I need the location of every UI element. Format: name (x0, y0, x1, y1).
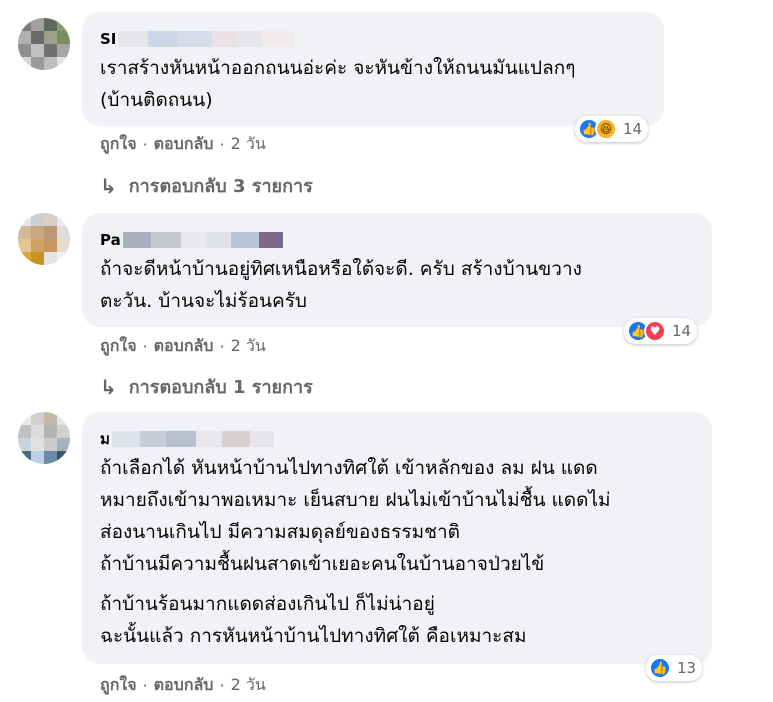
reaction-summary[interactable]: 👍 ♥ 14 (624, 318, 698, 344)
blurred-name (180, 232, 207, 248)
separator: · (219, 337, 225, 356)
like-icon: 👍 (649, 657, 671, 679)
blurred-name (118, 31, 149, 47)
comment-bubble: ม ถ้าเลือกได้ หันหน้าบ้านไปทางทิศใต้ เข้… (82, 412, 712, 664)
reply-arrow-icon: ↳ (100, 374, 117, 399)
comment-text: ถ้าบ้านร้อนมากแดดส่องเกินไป ก็ไม่น่าอยู่… (100, 588, 694, 652)
blurred-name (262, 31, 295, 47)
comment-line: ถ้าจะดีหน้าบ้านอยู่ทิศเหนือหรือใต้จะดี. … (100, 258, 582, 280)
blurred-name (236, 31, 263, 47)
like-button[interactable]: ถูกใจ (100, 673, 137, 698)
separator: · (219, 135, 225, 154)
view-replies-button[interactable]: ↳ การตอบกลับ 1 รายการ (100, 372, 313, 401)
comment-bubble: SI เราสร้างหันหน้าออกถนนอ่ะค่ะ จะหันข้าง… (82, 12, 664, 126)
comment-line: ตะวัน. บ้านจะไม่ร้อนครับ (100, 290, 307, 312)
blurred-name (165, 431, 196, 447)
blurred-name (212, 31, 237, 47)
separator: · (142, 135, 148, 154)
replies-label: การตอบกลับ 1 รายการ (128, 377, 313, 398)
avatar[interactable] (18, 412, 70, 464)
comment-bubble: Pa ถ้าจะดีหน้าบ้านอยู่ทิศเหนือหรือใต้จะด… (82, 213, 712, 327)
comment-line: เราสร้างหันหน้าออกถนนอ่ะค่ะ จะหันข้างให้… (100, 57, 576, 79)
replies-label: การตอบกลับ 3 รายการ (128, 176, 313, 197)
blurred-name (139, 431, 166, 447)
comment-author[interactable]: SI (100, 28, 646, 50)
reaction-summary[interactable]: 👍 13 (646, 655, 703, 681)
comment-line: ถ้าบ้านมีความชื้นฝนสาดเข้าเยอะคนในบ้านอา… (100, 553, 545, 575)
comment-actions: ถูกใจ · ตอบกลับ · 2 วัน (100, 334, 266, 359)
author-name[interactable]: SI (100, 30, 116, 48)
comment-author[interactable]: ม (100, 428, 694, 450)
comment-author[interactable]: Pa (100, 229, 694, 251)
blurred-name (178, 31, 213, 47)
reaction-count: 13 (677, 659, 697, 677)
blurred-name (148, 31, 179, 47)
comment-line: ถ้าบ้านร้อนมากแดดส่องเกินไป ก็ไม่น่าอยู่ (100, 593, 435, 615)
comment-line: (บ้านติดถนน) (100, 89, 213, 111)
separator: · (219, 676, 225, 695)
comment-text: ถ้าจะดีหน้าบ้านอยู่ทิศเหนือหรือใต้จะดี. … (100, 253, 694, 317)
author-name[interactable]: ม (100, 427, 110, 451)
comment-text: ถ้าเลือกได้ หันหน้าบ้านไปทางทิศใต้ เข้าห… (100, 452, 694, 580)
reply-button[interactable]: ตอบกลับ (154, 132, 214, 157)
comment-line: หมายถึงเข้ามาพอเหมาะ เย็นสบาย ฝนไม่เข้าบ… (100, 489, 611, 511)
blurred-name (230, 232, 259, 248)
like-button[interactable]: ถูกใจ (100, 334, 137, 359)
blurred-name (221, 431, 250, 447)
reply-arrow-icon: ↳ (100, 173, 117, 198)
blurred-name (150, 232, 181, 248)
blurred-name (195, 431, 222, 447)
reply-button[interactable]: ตอบกลับ (154, 334, 214, 359)
blurred-name (122, 232, 151, 248)
like-button[interactable]: ถูกใจ (100, 132, 137, 157)
reaction-count: 14 (623, 120, 643, 138)
timestamp[interactable]: 2 วัน (231, 132, 266, 157)
blurred-name (111, 431, 140, 447)
blurred-name (249, 431, 274, 447)
separator: · (142, 337, 148, 356)
reply-button[interactable]: ตอบกลับ (154, 673, 214, 698)
separator: · (142, 676, 148, 695)
love-icon: ♥ (644, 320, 666, 342)
comment-line: ถ้าเลือกได้ หันหน้าบ้านไปทางทิศใต้ เข้าห… (100, 457, 598, 479)
comment-actions: ถูกใจ · ตอบกลับ · 2 วัน (100, 132, 266, 157)
avatar[interactable] (18, 213, 70, 265)
comment-text: เราสร้างหันหน้าออกถนนอ่ะค่ะ จะหันข้างให้… (100, 52, 646, 116)
comment-actions: ถูกใจ · ตอบกลับ · 2 วัน (100, 673, 266, 698)
avatar[interactable] (18, 18, 70, 70)
blurred-name (206, 232, 231, 248)
reaction-count: 14 (672, 322, 692, 340)
timestamp[interactable]: 2 วัน (231, 673, 266, 698)
timestamp[interactable]: 2 วัน (231, 334, 266, 359)
comment-line: ฉะนั้นแล้ว การหันหน้าบ้านไปทางทิศใต้ คือ… (100, 625, 527, 647)
reaction-summary[interactable]: 👍 😆 14 (575, 116, 649, 142)
blurred-name (258, 232, 283, 248)
haha-icon: 😆 (595, 118, 617, 140)
comment-line: ส่องนานเกินไป มีความสมดุลย์ของธรรมชาติ (100, 521, 461, 543)
view-replies-button[interactable]: ↳ การตอบกลับ 3 รายการ (100, 171, 313, 200)
author-name[interactable]: Pa (100, 231, 121, 249)
